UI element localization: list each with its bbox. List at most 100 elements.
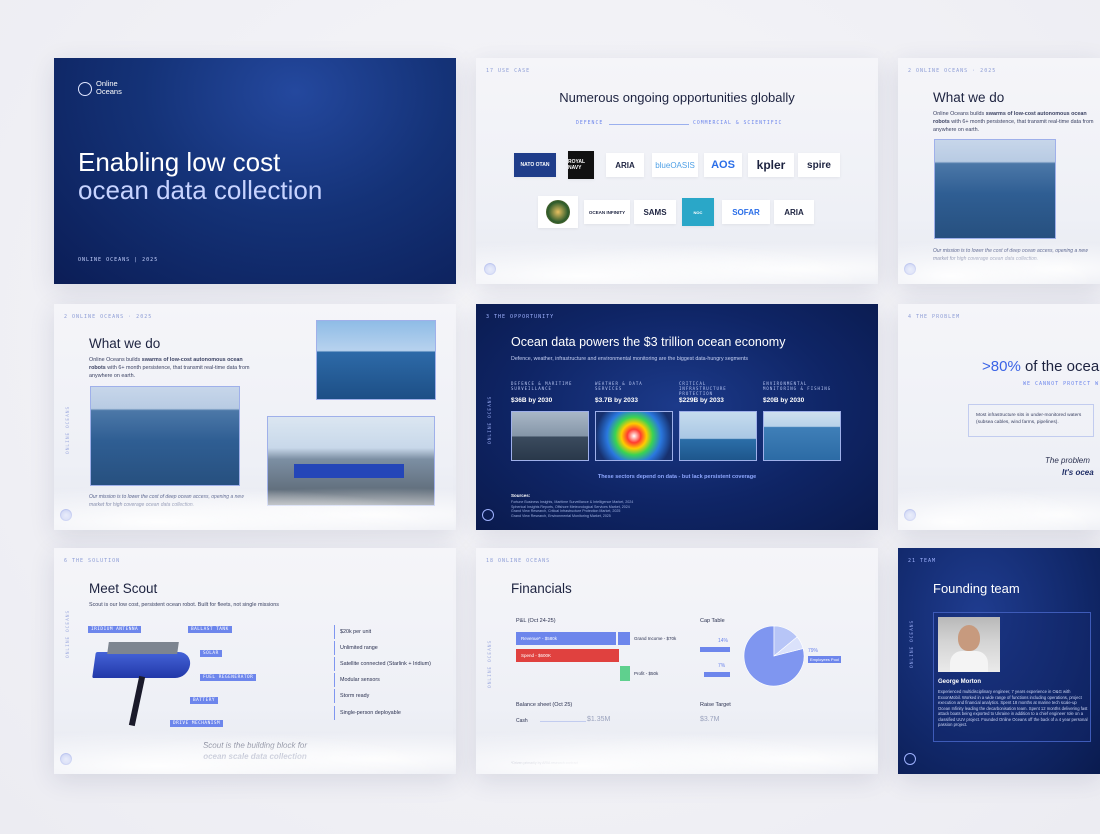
cap-pct-3: 79%	[808, 648, 819, 654]
problem-closing-a: The problem	[1045, 456, 1090, 465]
cap-pct-2: 7%	[718, 663, 726, 669]
segment-label: ENVIRONMENTAL MONITORING & FISHING	[763, 381, 832, 391]
cap-legend-1	[700, 647, 730, 652]
nato-logo: NATO OTAN	[514, 153, 556, 177]
scout-photo	[934, 139, 1056, 239]
slide-title-text: Enabling low cost ocean data collection	[78, 147, 323, 205]
segment-label: WEATHER & DATA SERVICES	[595, 381, 643, 391]
slide-heading: What we do	[933, 90, 1005, 105]
slide-problem-partial[interactable]: 4 THE PROBLEM >80% of the ocea WE CANNOT…	[898, 304, 1100, 530]
part-label-chip: BATTERY	[190, 697, 219, 704]
corner-logo-icon	[482, 509, 494, 521]
side-label: ONLINE OCEANS	[488, 395, 493, 444]
slide-subtitle: Scout is our low cost, persistent ocean …	[89, 602, 279, 608]
slide-heading: What we do	[89, 336, 161, 351]
slide-body: Online Oceans builds swarms of low-cost …	[89, 357, 250, 380]
cap-label-3: Employees Pool	[808, 656, 841, 663]
part-label-chip: BALLAST TANK	[188, 626, 232, 633]
kpler-logo: kpler	[748, 153, 794, 177]
corner-logo-icon	[904, 509, 916, 521]
founder-photo	[938, 617, 1000, 672]
corner-logo-icon	[904, 263, 916, 275]
cap-table-title: Cap Table	[700, 618, 725, 624]
financials-footnote: *Driven primarily by ARIA research contr…	[511, 761, 579, 765]
scout-closing-a: Scout is the building block for	[202, 741, 308, 750]
feature-item: $20k per unit	[334, 625, 371, 639]
royal-navy-logo: ROYAL NAVY	[568, 151, 594, 179]
cash-value: $1.35M	[587, 716, 611, 723]
feature-item: Storm ready	[334, 689, 369, 703]
profit-label: Profit - $50k	[634, 671, 659, 676]
slide-opportunities[interactable]: 17 USE CASE Numerous ongoing opportuniti…	[476, 58, 878, 284]
pnl-title: P&L (Oct 24-25)	[516, 618, 556, 624]
scout-hull-render	[92, 652, 192, 678]
feature-item: Single-person deployable	[334, 706, 401, 720]
slide-heading: Meet Scout	[89, 581, 158, 596]
slide-subtitle: Defence, weather, infrastructure and env…	[511, 356, 749, 362]
slide-ref: 2 ONLINE OCEANS · 2025	[908, 68, 997, 74]
spend-bar: Spend - $600K	[516, 649, 619, 662]
slide-body: Online Oceans builds swarms of low-cost …	[933, 111, 1094, 134]
side-label: ONLINE OCEANS	[66, 609, 71, 658]
segment-label: CRITICAL INFRASTRUCTURE PROTECTION	[679, 381, 727, 396]
mission-statement: Our mission is to lower the cost of deep…	[933, 248, 1088, 262]
brand-name: Online Oceans	[96, 79, 122, 96]
slide-ocean-economy[interactable]: 3 THE OPPORTUNITY ONLINE OCEANS Ocean da…	[476, 304, 878, 530]
part-label-chip: SOLAR	[200, 650, 222, 657]
slide-heading: Financials	[511, 581, 572, 596]
aria-logo: ARIA	[606, 153, 644, 177]
slide-ref: 18 ONLINE OCEANS	[486, 558, 551, 564]
cash-label: Cash	[516, 718, 528, 724]
mission-statement: Our mission is to lower the cost of deep…	[89, 494, 244, 508]
crew-boat-photo	[316, 320, 436, 400]
feature-item: Satellite connected (Starlink + Iridium)	[334, 657, 431, 671]
slide-meet-scout[interactable]: 6 THE SOLUTION ONLINE OCEANS Meet Scout …	[54, 548, 456, 774]
oil-platform-photo	[679, 411, 757, 461]
slide-founding-team[interactable]: 21 TEAM ONLINE OCEANS Founding team Geor…	[898, 548, 1100, 774]
sources-list: Fortune Business Insights, Maritime Surv…	[511, 500, 634, 518]
founder-name: George Morton	[938, 679, 981, 685]
aos-logo: AOS	[704, 153, 742, 177]
corner-logo-icon	[904, 753, 916, 765]
slide-heading: Numerous ongoing opportunities globally	[559, 90, 795, 105]
aria-logo-2: ARIA	[774, 200, 814, 224]
defence-label: DEFENCE	[576, 121, 604, 126]
problem-body: Most infrastructure sits in under-monito…	[976, 413, 1082, 426]
side-label: ONLINE OCEANS	[488, 639, 493, 688]
corner-logo-icon	[484, 263, 496, 275]
segment-label: DEFENCE & MARITIME SURVEILLANCE	[511, 381, 573, 391]
raise-value: $3.7M	[700, 716, 720, 723]
corner-logo-icon	[60, 509, 72, 521]
problem-closing-b: It's ocea	[1062, 468, 1094, 477]
dod-logo	[538, 196, 578, 228]
slide-ref: 3 THE OPPORTUNITY	[486, 314, 555, 320]
brand-logo-icon	[78, 82, 92, 96]
raise-title: Raise Target	[700, 702, 731, 708]
fish-farm-photo	[763, 411, 841, 461]
blueoasis-logo: blueOASIS	[652, 153, 698, 177]
part-label-chip: IRIDIUM ANTENNA	[88, 626, 142, 633]
scout-hull	[294, 464, 404, 478]
segments-footer: These sectors depend on data - but lack …	[597, 474, 757, 480]
segment-value: $20B by 2030	[763, 397, 805, 404]
slide-title[interactable]: Online Oceans Enabling low cost ocean data…	[54, 58, 456, 284]
part-label-chip: FUEL REGENERATOR	[200, 674, 257, 681]
founder-bio: Experienced multidisciplinary engineer, …	[938, 689, 1088, 727]
slide-what-we-do[interactable]: 2 ONLINE OCEANS · 2025 ONLINE OCEANS Wha…	[54, 304, 456, 530]
hurricane-photo	[595, 411, 673, 461]
spire-logo: spire	[798, 153, 840, 177]
slide-what-we-do-partial[interactable]: 2 ONLINE OCEANS · 2025 What we do Online…	[898, 58, 1100, 284]
slide-financials[interactable]: 18 ONLINE OCEANS ONLINE OCEANS Financial…	[476, 548, 878, 774]
sofar-logo: SOFAR	[722, 200, 770, 224]
segment-value: $36B by 2030	[511, 397, 553, 404]
sams-logo: SAMS	[634, 200, 676, 224]
problem-stat: >80% of the ocea	[982, 358, 1100, 375]
balance-title: Balance sheet (Oct 25)	[516, 702, 573, 708]
commercial-label: COMMERCIAL & SCIENTIFIC	[693, 121, 783, 126]
part-label-chip: DRIVE MECHANISM	[170, 720, 224, 727]
cap-legend-2	[704, 672, 730, 677]
cap-table-pie	[743, 625, 805, 687]
sources-title: Sources:	[511, 493, 531, 498]
revenue-bar: Revenue* - $580k	[516, 632, 616, 645]
grand-bar	[618, 632, 630, 645]
